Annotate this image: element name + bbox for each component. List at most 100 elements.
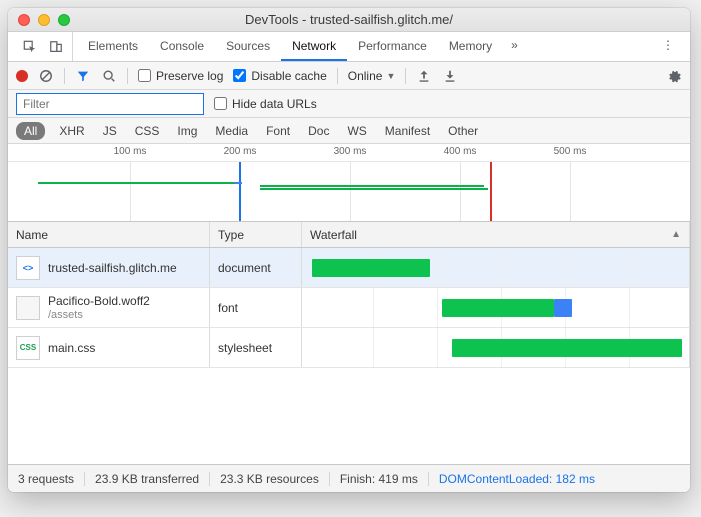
type-filter-ws[interactable]: WS	[343, 122, 370, 140]
search-icon[interactable]	[101, 68, 117, 84]
preserve-log-input[interactable]	[138, 69, 151, 82]
domcontentloaded-line	[239, 162, 241, 221]
col-type[interactable]: Type	[210, 222, 302, 247]
type-filter-js[interactable]: JS	[99, 122, 121, 140]
record-button[interactable]	[16, 70, 28, 82]
type-filter-manifest[interactable]: Manifest	[381, 122, 434, 140]
tab-elements[interactable]: Elements	[77, 32, 149, 61]
col-name[interactable]: Name	[8, 222, 210, 247]
titlebar: DevTools - trusted-sailfish.glitch.me/	[8, 8, 690, 32]
tab-network[interactable]: Network	[281, 32, 347, 61]
tab-memory[interactable]: Memory	[438, 32, 503, 61]
status-finish: Finish: 419 ms	[330, 472, 429, 486]
panel-tabs: Elements Console Sources Network Perform…	[8, 32, 690, 62]
waterfall-bar	[312, 259, 430, 277]
col-waterfall[interactable]: Waterfall ▲	[302, 222, 690, 247]
download-icon[interactable]	[442, 68, 458, 84]
window-title: DevTools - trusted-sailfish.glitch.me/	[8, 12, 690, 27]
filter-icon[interactable]	[75, 68, 91, 84]
table-row[interactable]: Pacifico-Bold.woff2/assets font	[8, 288, 690, 328]
minimize-icon[interactable]	[38, 14, 50, 26]
waterfall-cell	[302, 328, 690, 367]
preserve-log-label: Preserve log	[156, 69, 223, 83]
tab-console[interactable]: Console	[149, 32, 215, 61]
type-filter-media[interactable]: Media	[211, 122, 252, 140]
waterfall-bar	[452, 339, 682, 357]
clear-icon[interactable]	[38, 68, 54, 84]
overview-bar	[260, 188, 488, 190]
table-row[interactable]: <> trusted-sailfish.glitch.me document	[8, 248, 690, 288]
request-type: stylesheet	[210, 328, 302, 367]
network-toolbar: Preserve log Disable cache Online ▼	[8, 62, 690, 90]
device-toggle-icon[interactable]	[48, 39, 64, 55]
timeline-gridline	[350, 162, 351, 221]
tab-performance[interactable]: Performance	[347, 32, 438, 61]
timeline-tick: 500 ms	[554, 146, 587, 157]
type-filter-font[interactable]: Font	[262, 122, 294, 140]
hide-data-urls-label: Hide data URLs	[232, 97, 317, 111]
timeline-tick: 400 ms	[444, 146, 477, 157]
table-row[interactable]: main.css stylesheet	[8, 328, 690, 368]
throttle-value: Online	[348, 69, 383, 83]
throttle-select[interactable]: Online ▼	[348, 69, 396, 83]
status-requests: 3 requests	[16, 472, 85, 486]
overview-bar	[38, 182, 234, 184]
request-table: Name Type Waterfall ▲ <> trusted-sailfish…	[8, 222, 690, 464]
type-filter-css[interactable]: CSS	[131, 122, 164, 140]
window-controls	[8, 14, 70, 26]
overview-bar	[260, 185, 484, 187]
disable-cache-checkbox[interactable]: Disable cache	[233, 69, 326, 83]
waterfall-cell	[302, 248, 690, 287]
timeline-gridline	[570, 162, 571, 221]
disable-cache-label: Disable cache	[251, 69, 326, 83]
type-filter-xhr[interactable]: XHR	[55, 122, 88, 140]
type-filter-all[interactable]: All	[16, 122, 45, 140]
close-icon[interactable]	[18, 14, 30, 26]
waterfall-bar	[442, 299, 554, 317]
resource-type-filters: All XHR JS CSS Img Media Font Doc WS Manifest Othe…	[8, 118, 690, 144]
zoom-icon[interactable]	[58, 14, 70, 26]
status-bar: 3 requests 23.9 KB transferred 23.3 KB r…	[8, 464, 690, 492]
timeline-overview[interactable]: 100 ms 200 ms 300 ms 400 ms 500 ms	[8, 144, 690, 222]
request-name: trusted-sailfish.glitch.me	[48, 261, 177, 275]
devtools-window: DevTools - trusted-sailfish.glitch.me/ E…	[8, 8, 690, 492]
kebab-menu-icon[interactable]: ⋮	[652, 32, 684, 61]
stylesheet-icon	[16, 336, 40, 360]
filter-row: Hide data URLs	[8, 90, 690, 118]
type-filter-other[interactable]: Other	[444, 122, 482, 140]
disable-cache-input[interactable]	[233, 69, 246, 82]
timeline-gridline	[130, 162, 131, 221]
request-path: /assets	[48, 308, 150, 322]
request-type: font	[210, 288, 302, 327]
overflow-tabs-icon[interactable]: »	[503, 32, 526, 61]
type-filter-doc[interactable]: Doc	[304, 122, 333, 140]
status-dcl: DOMContentLoaded: 182 ms	[429, 472, 605, 486]
timeline-gridline	[460, 162, 461, 221]
gear-icon[interactable]	[666, 68, 682, 84]
sort-arrow-icon: ▲	[671, 229, 681, 240]
timeline-tick: 300 ms	[334, 146, 367, 157]
timeline-tick: 100 ms	[114, 146, 147, 157]
status-transferred: 23.9 KB transferred	[85, 472, 210, 486]
waterfall-cell	[302, 288, 690, 327]
request-type: document	[210, 248, 302, 287]
filter-input[interactable]	[16, 93, 204, 115]
type-filter-img[interactable]: Img	[173, 122, 201, 140]
waterfall-bar	[554, 299, 572, 317]
timeline-tick: 200 ms	[224, 146, 257, 157]
tab-sources[interactable]: Sources	[215, 32, 281, 61]
chevron-down-icon: ▼	[386, 71, 395, 81]
preserve-log-checkbox[interactable]: Preserve log	[138, 69, 223, 83]
status-resources: 23.3 KB resources	[210, 472, 330, 486]
inspect-icon[interactable]	[22, 39, 38, 55]
request-name: Pacifico-Bold.woff2	[48, 294, 150, 308]
hide-data-urls-input[interactable]	[214, 97, 227, 110]
overview-bar	[234, 182, 242, 184]
load-line	[490, 162, 492, 221]
file-icon	[16, 296, 40, 320]
upload-icon[interactable]	[416, 68, 432, 84]
request-name: main.css	[48, 341, 95, 355]
document-icon: <>	[16, 256, 40, 280]
table-header: Name Type Waterfall ▲	[8, 222, 690, 248]
hide-data-urls-checkbox[interactable]: Hide data URLs	[214, 97, 317, 111]
